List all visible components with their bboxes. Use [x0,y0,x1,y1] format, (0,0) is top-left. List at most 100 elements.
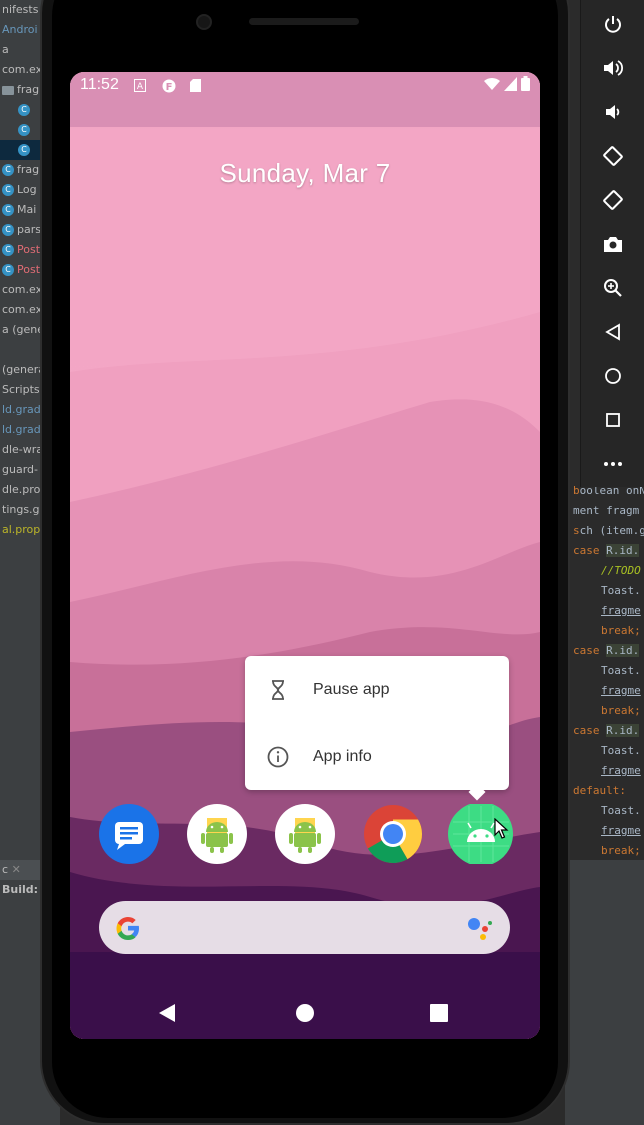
info-icon [267,746,289,768]
code-text: Toast. [601,584,641,597]
class-icon: C [18,124,30,136]
back-icon[interactable] [581,312,644,352]
code-keyword: case [573,724,600,737]
app-shortcut-menu: Pause app App info [245,656,509,801]
battery-icon [521,76,530,91]
sd-card-icon [190,79,201,92]
class-icon: C [2,184,14,196]
class-icon: C [18,144,30,156]
back-icon [159,1004,175,1022]
phone-screen: 11:52 A F Sunday, Mar 7 Pause app App in… [70,72,540,1039]
code-text: fragme [601,684,641,697]
home-date[interactable]: Sunday, Mar 7 [70,158,540,189]
code-text: fragme [601,824,641,837]
wifi-icon [484,77,500,90]
status-bar: 11:52 A F [70,72,540,100]
code-text: Toast. [601,804,641,817]
tree-item-label: ld.gradl [2,423,44,436]
tree-item-label: ld.gradl [2,403,44,416]
code-text: R.id. [606,544,640,557]
tree-item-label: (genera [2,363,46,376]
overview-icon[interactable] [581,400,644,440]
android-app-icon[interactable] [187,804,247,864]
class-icon: C [18,104,30,116]
tree-item-label: a [2,43,9,56]
class-icon: C [2,204,14,216]
nav-overview-button[interactable] [424,998,454,1028]
tree-item-label: com.ex [2,63,43,76]
google-search-bar[interactable] [99,901,510,954]
svg-text:A: A [137,82,144,92]
home-icon[interactable] [581,356,644,396]
ide-bottom-right [565,860,644,1125]
class-icon: C [2,224,14,236]
code-text: ment fragm [573,504,640,517]
code-keyword: case [573,644,600,657]
front-camera [196,14,212,30]
class-icon: C [2,264,14,276]
code-todo: //TODO [601,564,641,577]
power-icon[interactable] [581,4,644,44]
google-assistant-icon[interactable] [466,915,494,941]
google-logo-icon [116,917,139,940]
status-time: 11:52 [80,76,119,93]
messages-app-icon[interactable] [99,804,159,864]
tree-item-label: com.ex [2,303,43,316]
earpiece-speaker [249,18,359,25]
code-keyword: default: [573,784,626,797]
volume-down-icon[interactable] [581,92,644,132]
pause-app-menu-item[interactable]: Pause app [245,658,509,722]
hourglass-icon [272,680,284,700]
code-text: R.id. [606,724,640,737]
rotate-right-icon[interactable] [581,180,644,220]
app-info-menu-item[interactable]: App info [245,725,509,789]
pause-app-label: Pause app [313,681,390,698]
tree-item-label: Log [17,183,37,196]
wallpaper [70,72,540,1039]
code-keyword: case [573,544,600,557]
tree-item-label: tings.gr [2,503,45,516]
zoom-icon[interactable] [581,268,644,308]
volume-up-icon[interactable] [581,48,644,88]
class-icon: C [2,244,14,256]
code-text: ch (item.g [579,524,644,537]
nav-bar [70,987,540,1039]
class-icon: C [2,164,14,176]
rotate-left-icon[interactable] [581,136,644,176]
tree-item-label: Scripts [2,383,40,396]
tree-item-label: guard- [2,463,38,476]
code-text: Toast. [601,664,641,677]
tree-item-label: pars [17,223,41,236]
f-notification-icon: F [162,79,176,93]
tree-item-label: Post [17,263,41,276]
svg-text:F: F [166,82,173,93]
code-keyword: break; [601,704,641,717]
home-icon [296,1004,314,1022]
code-keyword: break; [601,624,641,637]
tree-item-label: Post [17,243,41,256]
android-app-icon[interactable] [275,804,335,864]
tree-item-label: dle-wra [2,443,44,456]
a-notification-icon: A [134,79,146,92]
emulator-toolbar [580,0,644,487]
code-text: R.id. [606,644,640,657]
chrome-app-icon[interactable] [363,804,423,864]
tree-item-label: Androi [2,23,38,36]
nav-home-button[interactable] [290,998,320,1028]
tree-item-label: frag [17,163,40,176]
tree-item-label: com.ex [2,283,43,296]
more-icon[interactable] [581,444,644,484]
nav-back-button[interactable] [152,998,182,1028]
code-text: fragme [601,604,641,617]
tree-item-label: nifests [2,3,39,16]
signal-icon [504,76,517,91]
code-text: Toast. [601,744,641,757]
overview-icon [430,1004,448,1022]
app-dock [70,802,540,870]
code-keyword: break; [601,844,641,857]
mouse-cursor-icon [494,818,509,839]
camera-icon[interactable] [581,224,644,264]
tree-item-label: Mai [17,203,37,216]
code-text: fragme [601,764,641,777]
folder-icon [2,85,14,95]
